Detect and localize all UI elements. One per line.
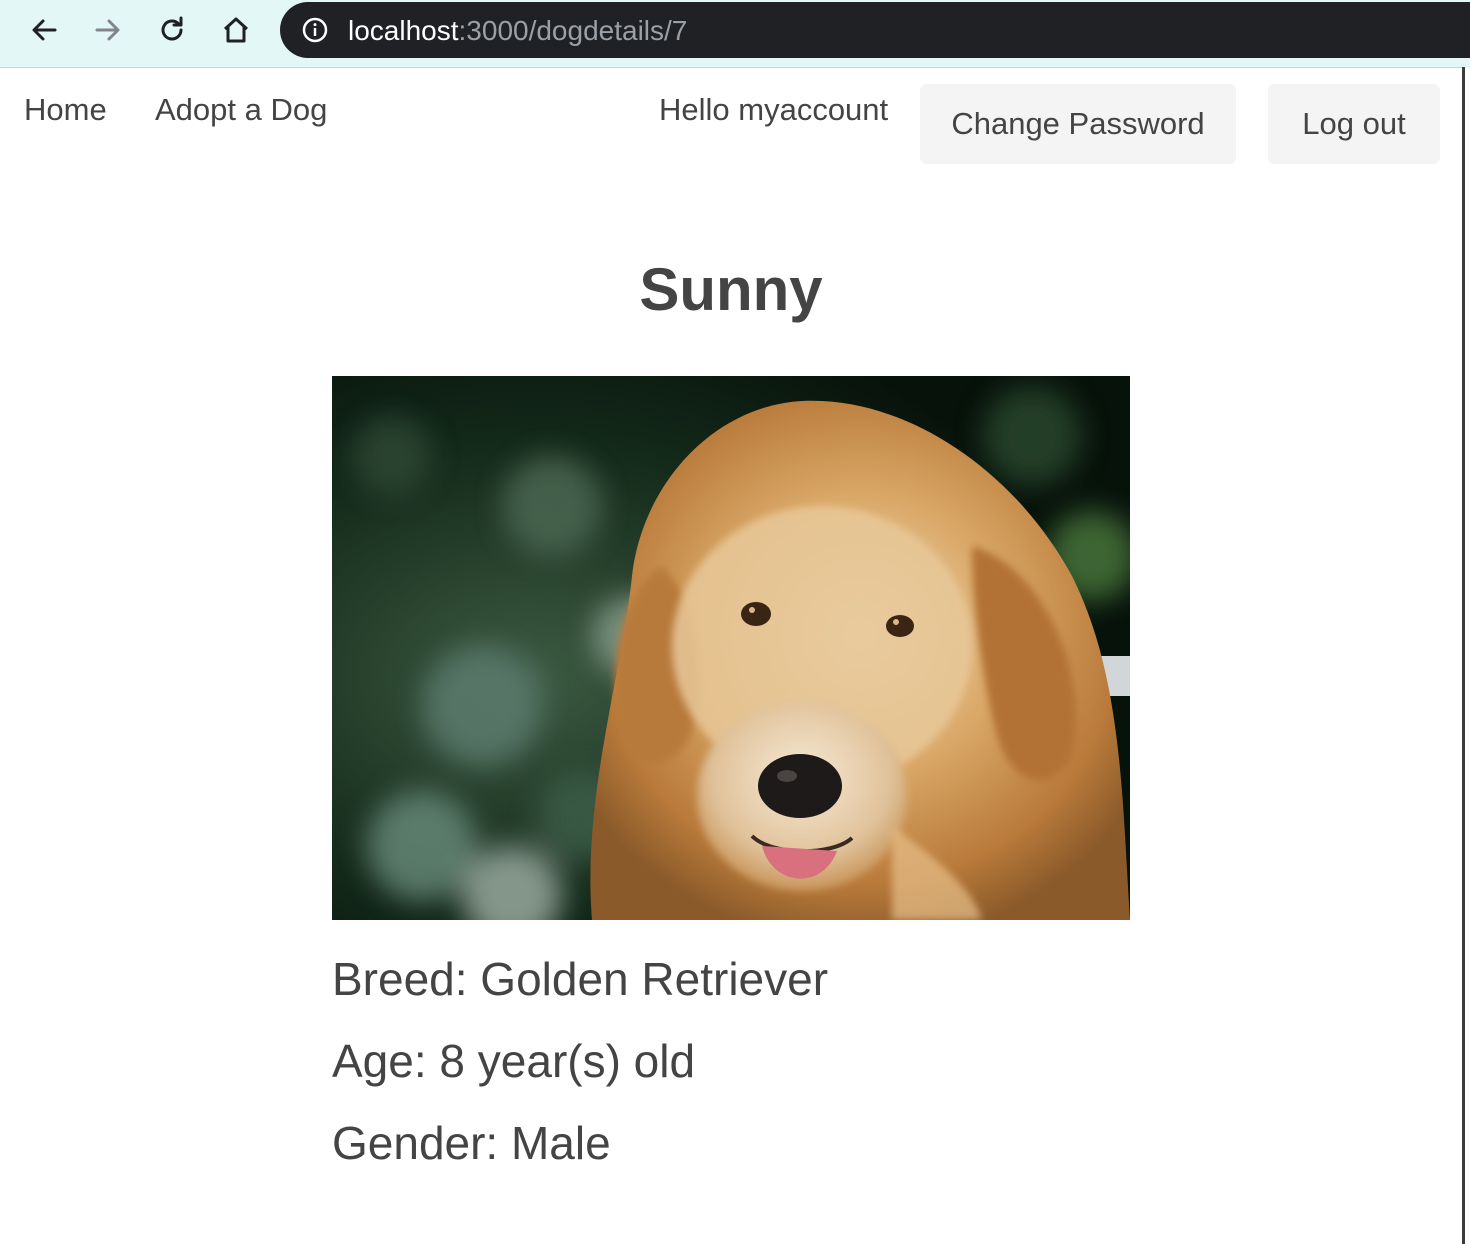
url-text[interactable]: localhost:3000/dogdetails/7 [348, 15, 687, 47]
dog-gender: Gender: Male [332, 1117, 611, 1169]
back-arrow-icon [32, 19, 57, 41]
forward-arrow-icon [95, 19, 120, 41]
dog-photo [332, 376, 1130, 920]
home-icon [223, 17, 249, 43]
nav-home-link[interactable]: Home [24, 90, 107, 130]
back-button[interactable] [26, 12, 62, 48]
change-password-button[interactable]: Change Password [920, 84, 1236, 164]
reload-icon [161, 16, 183, 41]
home-button[interactable] [218, 12, 254, 48]
browser-toolbar: localhost:3000/dogdetails/7 [0, 0, 1470, 68]
logout-button[interactable]: Log out [1268, 84, 1440, 164]
reload-button[interactable] [154, 12, 190, 48]
forward-button[interactable] [90, 12, 126, 48]
window-edge [1462, 67, 1470, 1244]
url-path: :3000/dogdetails/7 [458, 15, 688, 46]
address-bar[interactable]: localhost:3000/dogdetails/7 [280, 2, 1470, 58]
info-icon[interactable] [302, 17, 328, 43]
nav-adopt-link[interactable]: Adopt a Dog [155, 90, 327, 130]
dog-name-title: Sunny [639, 256, 823, 323]
user-greeting: Hello myaccount [659, 92, 889, 127]
dog-age: Age: 8 year(s) old [332, 1035, 696, 1087]
dog-breed: Breed: Golden Retriever [332, 953, 829, 1005]
url-host: localhost [348, 15, 459, 46]
